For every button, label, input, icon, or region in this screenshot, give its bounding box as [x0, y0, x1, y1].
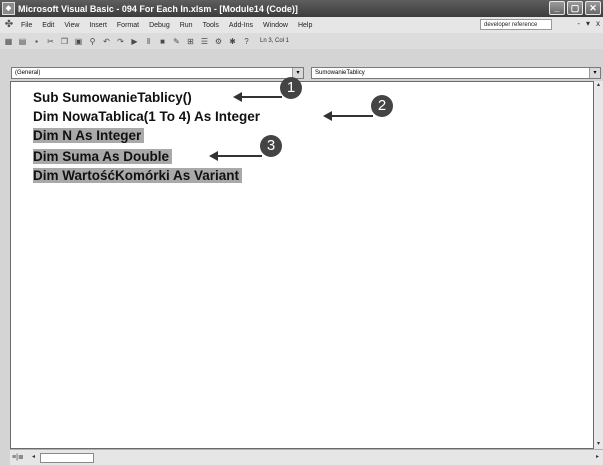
- code-editor[interactable]: Sub SumowanieTablicy() Dim NowaTablica(1…: [10, 81, 594, 449]
- close-button[interactable]: ✕: [585, 1, 601, 15]
- help-search-input[interactable]: developer reference: [480, 19, 552, 30]
- properties-icon[interactable]: ☰: [199, 36, 210, 47]
- object-dropdown[interactable]: (General) ▾: [11, 67, 304, 79]
- break-icon[interactable]: ‖: [143, 36, 154, 47]
- vertical-scrollbar[interactable]: ▴ ▾: [594, 81, 603, 449]
- design-mode-icon[interactable]: ✎: [171, 36, 182, 47]
- code-text: Sub SumowanieTablicy(): [33, 90, 192, 105]
- window-title: Microsoft Visual Basic - 094 For Each In…: [18, 3, 298, 14]
- selected-code-text: Dim WartośćKomórki As Variant: [33, 168, 243, 183]
- menu-window[interactable]: Window: [263, 22, 288, 29]
- scroll-down-icon[interactable]: ▾: [594, 440, 603, 449]
- doc-minimize-button[interactable]: -: [577, 19, 580, 28]
- document-controls: - ▾ x: [577, 19, 600, 28]
- procedure-dropdown-value: SumowanieTablicy: [315, 70, 365, 76]
- procedure-view-icon[interactable]: ≡|≣: [12, 453, 24, 461]
- menu-help[interactable]: Help: [298, 22, 312, 29]
- callout-badge-2: 2: [371, 95, 393, 117]
- code-line-1[interactable]: Sub SumowanieTablicy(): [33, 89, 192, 106]
- menu-file[interactable]: File: [21, 22, 32, 29]
- view-excel-icon[interactable]: ▦: [3, 36, 14, 47]
- run-icon[interactable]: ▶: [129, 36, 140, 47]
- scroll-left-icon[interactable]: ◂: [32, 453, 35, 460]
- copy-icon[interactable]: ❐: [59, 36, 70, 47]
- menu-view[interactable]: View: [64, 22, 79, 29]
- window-controls: _ ▢ ✕: [549, 1, 601, 15]
- code-line-3[interactable]: Dim N As Integer: [33, 127, 145, 144]
- toolbox-icon[interactable]: ✱: [227, 36, 238, 47]
- procedure-dropdown[interactable]: SumowanieTablicy ▾: [311, 67, 601, 79]
- scroll-right-icon[interactable]: ▸: [596, 453, 599, 460]
- menu-run[interactable]: Run: [180, 22, 193, 29]
- menu-add-ins[interactable]: Add-Ins: [229, 22, 253, 29]
- selected-code-text: Dim N As Integer: [33, 128, 145, 143]
- callout-badge-3: 3: [260, 135, 282, 157]
- doc-close-button[interactable]: x: [596, 19, 600, 28]
- menu-format[interactable]: Format: [117, 22, 139, 29]
- menu-tools[interactable]: Tools: [203, 22, 219, 29]
- reset-icon[interactable]: ■: [157, 36, 168, 47]
- callout-arrow-line-2: [330, 115, 373, 117]
- callout-arrow-line-3: [216, 155, 262, 157]
- chevron-down-icon[interactable]: ▾: [589, 68, 600, 78]
- title-bar: ◆ Microsoft Visual Basic - 094 For Each …: [0, 0, 603, 17]
- object-browser-icon[interactable]: ⚙: [213, 36, 224, 47]
- scroll-up-icon[interactable]: ▴: [594, 81, 603, 90]
- undo-icon[interactable]: ↶: [101, 36, 112, 47]
- doc-restore-button[interactable]: ▾: [586, 19, 590, 28]
- insert-module-icon[interactable]: ▤: [17, 36, 28, 47]
- menu-edit[interactable]: Edit: [42, 22, 54, 29]
- object-dropdown-value: (General): [15, 70, 41, 76]
- minimize-button[interactable]: _: [549, 1, 565, 15]
- code-line-5[interactable]: Dim WartośćKomórki As Variant: [33, 167, 243, 184]
- callout-badge-1: 1: [280, 77, 302, 99]
- code-line-2[interactable]: Dim NowaTablica(1 To 4) As Integer: [33, 108, 260, 125]
- save-icon[interactable]: ▪: [31, 36, 42, 47]
- callout-arrow-line-1: [240, 96, 282, 98]
- menu-debug[interactable]: Debug: [149, 22, 170, 29]
- vba-app-icon: ◆: [2, 2, 15, 15]
- scroll-thumb[interactable]: [40, 453, 94, 463]
- find-icon[interactable]: ⚲: [87, 36, 98, 47]
- cut-icon[interactable]: ✂: [45, 36, 56, 47]
- menu-insert[interactable]: Insert: [89, 22, 107, 29]
- code-text: Dim NowaTablica(1 To 4) As Integer: [33, 109, 261, 124]
- vba-editor-window: ◆ Microsoft Visual Basic - 094 For Each …: [0, 0, 603, 465]
- help-icon[interactable]: ?: [241, 36, 252, 47]
- project-explorer-icon[interactable]: ⊞: [185, 36, 196, 47]
- maximize-button[interactable]: ▢: [567, 1, 583, 15]
- menu-bar: ✤ File Edit View Insert Format Debug Run…: [0, 17, 603, 33]
- standard-toolbar: ▦ ▤ ▪ ✂ ❐ ▣ ⚲ ↶ ↷ ▶ ‖ ■ ✎ ⊞ ☰ ⚙ ✱ ? Ln 3…: [0, 33, 603, 49]
- redo-icon[interactable]: ↷: [115, 36, 126, 47]
- paste-icon[interactable]: ▣: [73, 36, 84, 47]
- horizontal-scrollbar[interactable]: ≡|≣ ◂ ▸: [10, 449, 603, 465]
- code-window-icon[interactable]: ✤: [3, 19, 15, 31]
- selected-code-text: Dim Suma As Double: [33, 149, 173, 164]
- cursor-position-status: Ln 3, Col 1: [260, 38, 290, 44]
- code-line-4[interactable]: Dim Suma As Double: [33, 148, 173, 165]
